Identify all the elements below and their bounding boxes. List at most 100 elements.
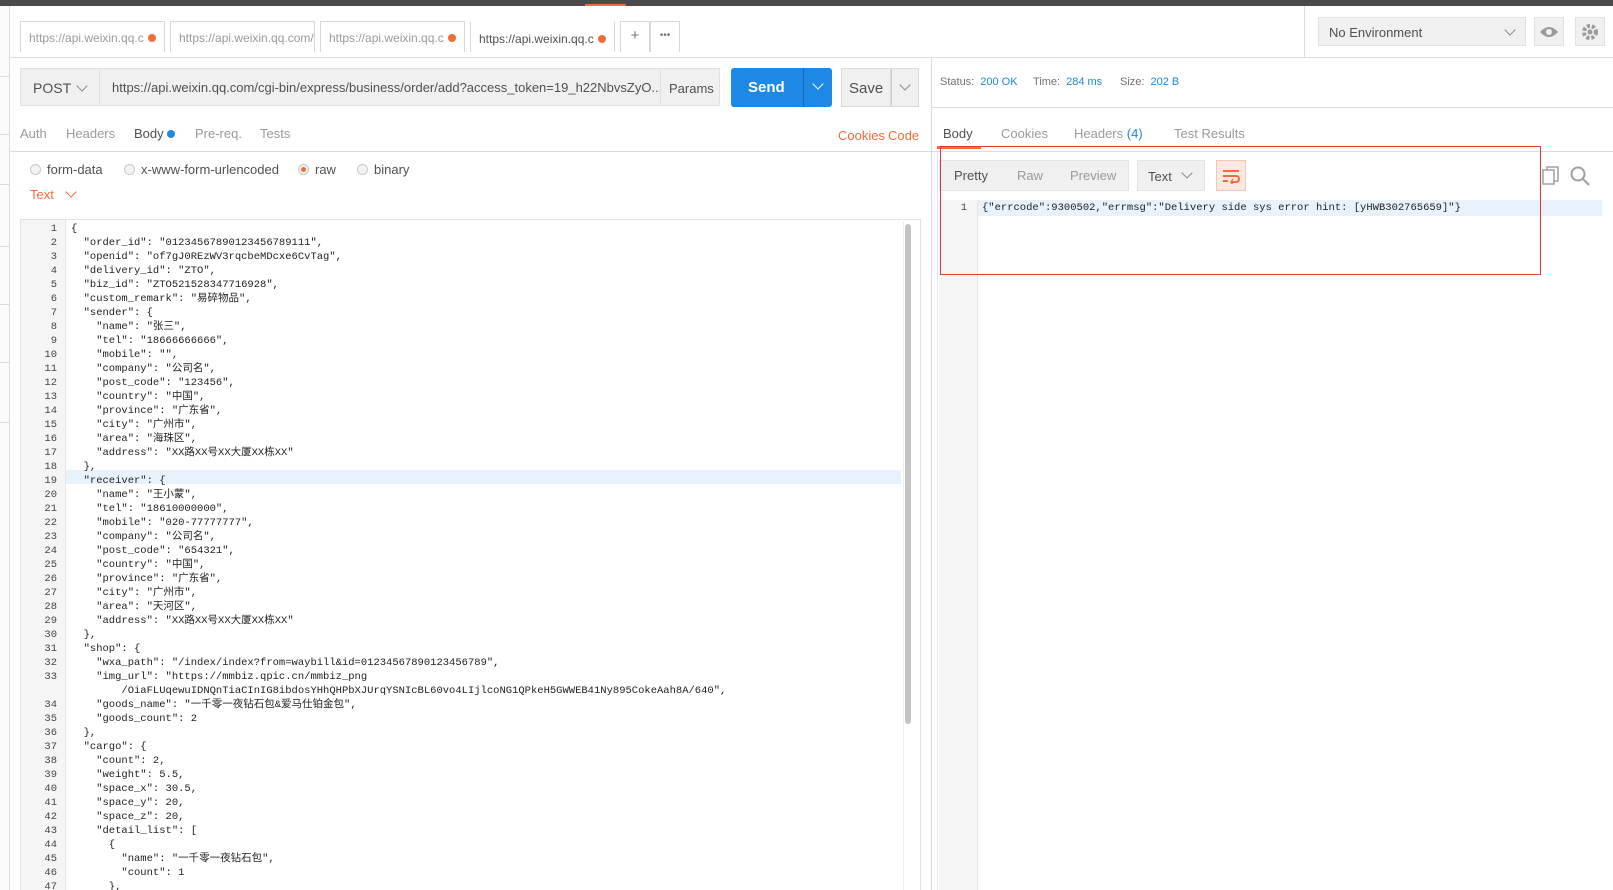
code-line: "space_x": 30.5, — [71, 783, 198, 795]
code-line: }, — [71, 461, 97, 473]
pane-divider[interactable] — [931, 58, 932, 890]
line-number: 40 — [44, 783, 57, 795]
response-time: Time: 284 ms — [1033, 76, 1103, 88]
code-line: "biz_id": "ZTO521528347716928", — [71, 279, 279, 291]
code-line: "space_y": 20, — [71, 797, 185, 809]
copy-button[interactable] — [1542, 166, 1560, 189]
code-line: "order_id": "01234567890123456789111", — [71, 237, 324, 249]
line-number: 37 — [44, 741, 57, 753]
line-number: 18 — [44, 461, 57, 473]
code-line: "area": "海珠区", — [71, 433, 198, 445]
code-line: { — [71, 839, 116, 851]
tab-more-button[interactable]: ••• — [650, 21, 680, 52]
size-value: 202 B — [1150, 76, 1180, 88]
request-tab[interactable]: https://api.weixin.qq.com/c — [170, 21, 315, 52]
code-line: "province": "广东省", — [71, 573, 223, 585]
line-number: 11 — [44, 363, 57, 375]
line-number-gutter: 1 2 3 4 5 6 7 8 9 10 11 12 13 14 15 16 17 18 19 20 21 22 23 24 2… — [21, 220, 66, 890]
editor-scrollbar-thumb[interactable] — [905, 224, 911, 724]
tab-label: https://api.weixin.qq.c — [329, 31, 444, 45]
send-button[interactable]: Send — [731, 68, 803, 107]
environment-select[interactable]: No Environment — [1318, 17, 1526, 46]
chevron-down-icon — [65, 186, 77, 198]
response-tab-headers[interactable]: Headers (4) — [1074, 126, 1143, 141]
code-line: }, — [71, 629, 97, 641]
tab-headers[interactable]: Headers — [66, 126, 115, 141]
radio-raw[interactable]: raw — [298, 162, 336, 177]
settings-button[interactable] — [1575, 17, 1605, 46]
cookies-link[interactable]: Cookies — [838, 128, 885, 143]
code-line: "detail_list": [ — [71, 825, 198, 837]
code-line: "mobile": "", — [71, 349, 179, 361]
radio-label: x-www-form-urlencoded — [141, 162, 279, 177]
method-label: POST — [33, 80, 72, 96]
radio-circle-icon — [357, 164, 368, 175]
line-number: 29 — [44, 615, 57, 627]
save-button[interactable]: Save — [841, 68, 891, 107]
request-body-editor[interactable]: 1 2 3 4 5 6 7 8 9 10 11 12 13 14 15 16 17 18 19 20 21 22 23 24 2… — [20, 219, 921, 890]
line-number: 20 — [44, 489, 57, 501]
request-tab-active[interactable]: https://api.weixin.qq.c — [470, 21, 615, 52]
radio-binary[interactable]: binary — [357, 162, 409, 177]
radio-label: form-data — [47, 162, 103, 177]
tab-tests[interactable]: Tests — [260, 126, 290, 141]
radio-label: binary — [374, 162, 410, 177]
line-number: 1 — [50, 223, 57, 235]
tab-body[interactable]: Body — [134, 126, 164, 141]
response-tab-body[interactable]: Body — [943, 126, 973, 141]
gear-icon — [1582, 23, 1598, 40]
chevron-down-icon — [1504, 24, 1516, 36]
code-line: "space_z": 20, — [71, 811, 185, 823]
line-number: 15 — [44, 419, 57, 431]
line-number: 21 — [44, 503, 57, 515]
tab-prereq[interactable]: Pre-req. — [195, 126, 242, 141]
line-number: 26 — [44, 573, 57, 585]
radio-form-data[interactable]: form-data — [30, 162, 103, 177]
collapsed-sidebar[interactable] — [0, 6, 10, 890]
code-line: "post_code": "123456", — [71, 377, 235, 389]
code-line: "openid": "of7gJ0REzWV3rqcbeMDcxe6CvTag"… — [71, 251, 342, 263]
line-number: 27 — [44, 587, 57, 599]
line-number: 32 — [44, 657, 57, 669]
send-options-button[interactable] — [803, 68, 832, 107]
code-line: "name": "张三", — [71, 321, 187, 333]
tab-auth[interactable]: Auth — [20, 126, 47, 141]
code-link[interactable]: Code — [888, 128, 919, 143]
code-line: "goods_name": "一千零一夜钻石包&爱马仕铂金包", — [71, 699, 357, 711]
response-tab-tests[interactable]: Test Results — [1174, 126, 1245, 141]
code-line: "area": "天河区", — [71, 601, 198, 613]
line-number: 3 — [50, 251, 57, 263]
new-tab-button[interactable]: + — [620, 21, 650, 52]
environment-label: No Environment — [1329, 25, 1423, 40]
response-tab-cookies[interactable]: Cookies — [1001, 126, 1048, 141]
params-button[interactable]: Params — [660, 68, 720, 106]
body-indicator-dot-icon — [167, 130, 175, 138]
line-number: 9 — [50, 335, 57, 347]
line-number: 46 — [44, 867, 57, 879]
radio-circle-icon — [124, 164, 135, 175]
content-type-select[interactable]: Text — [30, 186, 77, 202]
method-select[interactable]: POST — [20, 68, 100, 106]
code-line: "tel": "18666666666", — [71, 335, 229, 347]
save-options-button[interactable] — [891, 68, 919, 107]
code-line: "tel": "18610000000", — [71, 503, 229, 515]
request-tab[interactable]: https://api.weixin.qq.c — [20, 21, 165, 52]
more-icon: ••• — [659, 30, 671, 41]
unsaved-dot-icon — [598, 35, 606, 43]
code-line: "province": "广东省", — [71, 405, 223, 417]
code-line: "mobile": "020-77777777", — [71, 517, 254, 529]
time-value: 284 ms — [1066, 76, 1103, 88]
line-number: 2 — [50, 237, 57, 249]
content-type-label: Text — [30, 187, 54, 202]
chevron-down-icon — [76, 80, 88, 92]
request-tab[interactable]: https://api.weixin.qq.c — [320, 21, 465, 52]
line-number: 19 — [44, 475, 57, 487]
environment-quick-look-button[interactable] — [1534, 17, 1564, 46]
code-line: "count": 2, — [71, 755, 166, 767]
line-number: 38 — [44, 755, 57, 767]
plus-icon: + — [630, 27, 640, 44]
url-input[interactable]: https://api.weixin.qq.com/cgi-bin/expres… — [100, 68, 660, 106]
headers-count-badge: (4) — [1126, 126, 1143, 141]
search-button[interactable] — [1570, 166, 1590, 189]
radio-urlencoded[interactable]: x-www-form-urlencoded — [124, 162, 279, 177]
